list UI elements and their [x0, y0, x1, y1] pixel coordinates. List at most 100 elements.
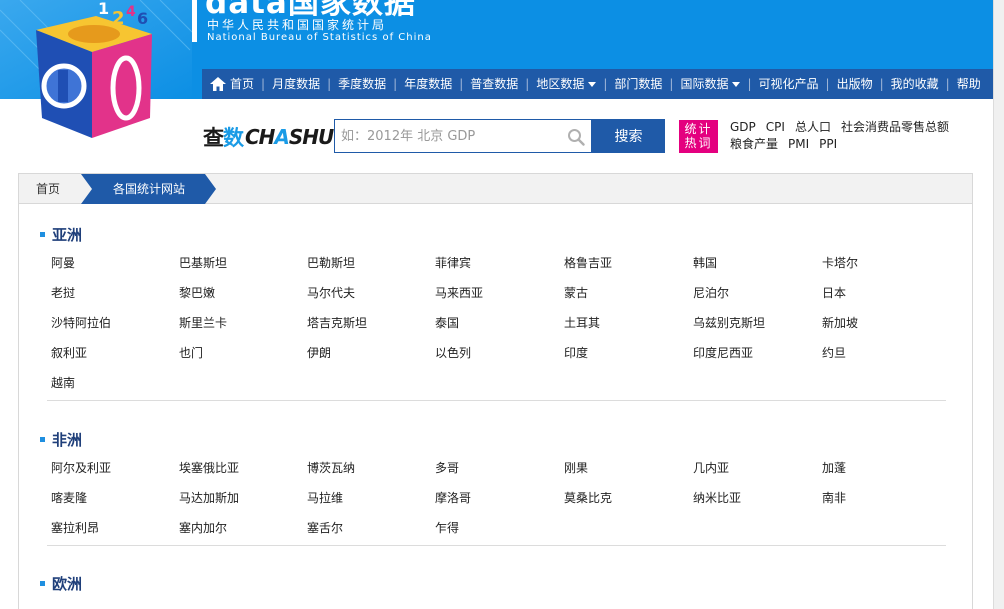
- country-link[interactable]: 黎巴嫩: [179, 286, 215, 300]
- search-box: [334, 119, 592, 153]
- hot-word-link[interactable]: 粮食产量: [730, 137, 778, 151]
- country-link[interactable]: 博茨瓦纳: [307, 461, 355, 475]
- country-link[interactable]: 塔吉克斯坦: [307, 316, 367, 330]
- site-logo[interactable]: 1 2 4 6: [0, 0, 192, 140]
- breadcrumb-current: 各国统计网站: [81, 174, 216, 204]
- country-link[interactable]: 沙特阿拉伯: [51, 316, 111, 330]
- hot-word-link[interactable]: PMI: [788, 137, 809, 151]
- country-link[interactable]: 多哥: [435, 461, 459, 475]
- nav-item-annual[interactable]: 年度数据: [404, 69, 452, 99]
- nav-separator: |: [946, 77, 950, 91]
- country-link[interactable]: 刚果: [564, 461, 588, 475]
- breadcrumb-home[interactable]: 首页: [36, 174, 60, 204]
- country-link[interactable]: 卡塔尔: [822, 256, 858, 270]
- country-link[interactable]: 新加坡: [822, 316, 858, 330]
- search-button[interactable]: 搜索: [592, 119, 665, 153]
- nav-item-publications[interactable]: 出版物: [837, 69, 873, 99]
- page-scrollbar[interactable]: [993, 0, 1004, 609]
- country-link[interactable]: 塞内加尔: [179, 521, 227, 535]
- nav-label: 国际数据: [680, 69, 728, 99]
- country-link[interactable]: 加蓬: [822, 461, 846, 475]
- country-link[interactable]: 莫桑比克: [564, 491, 612, 505]
- country-link[interactable]: 马达加斯加: [179, 491, 239, 505]
- nav-label: 出版物: [837, 69, 873, 99]
- nav-item-census[interactable]: 普查数据: [470, 69, 518, 99]
- country-link[interactable]: 叙利亚: [51, 346, 87, 360]
- section-asia: 亚洲 阿曼巴基斯坦巴勒斯坦菲律宾格鲁吉亚韩国卡塔尔老挝黎巴嫩马尔代夫马来西亚蒙古…: [40, 224, 946, 406]
- country-link[interactable]: 乍得: [435, 521, 459, 535]
- country-link[interactable]: 斯里兰卡: [179, 316, 227, 330]
- country-link[interactable]: 埃塞俄比亚: [179, 461, 239, 475]
- country-link[interactable]: 泰国: [435, 316, 459, 330]
- country-link[interactable]: 巴勒斯坦: [307, 256, 355, 270]
- section-africa: 非洲 阿尔及利亚埃塞俄比亚博茨瓦纳多哥刚果几内亚加蓬喀麦隆马达加斯加马拉维摩洛哥…: [40, 429, 946, 551]
- nav-item-international[interactable]: 国际数据: [680, 69, 740, 99]
- svg-text:4: 4: [126, 4, 136, 20]
- country-link[interactable]: 也门: [179, 346, 203, 360]
- country-link[interactable]: 马尔代夫: [307, 286, 355, 300]
- search-input[interactable]: [341, 120, 561, 152]
- search-icon[interactable]: [567, 128, 585, 146]
- country-link[interactable]: 塞拉利昂: [51, 521, 99, 535]
- country-link[interactable]: 格鲁吉亚: [564, 256, 612, 270]
- logo-cube-icon: 1 2 4 6: [0, 0, 192, 140]
- nav-item-monthly[interactable]: 月度数据: [272, 69, 320, 99]
- country-link[interactable]: 土耳其: [564, 316, 600, 330]
- nav-label: 季度数据: [338, 69, 386, 99]
- country-link[interactable]: 菲律宾: [435, 256, 471, 270]
- country-link[interactable]: 喀麦隆: [51, 491, 87, 505]
- chevron-down-icon: [588, 82, 596, 87]
- nav-item-quarterly[interactable]: 季度数据: [338, 69, 386, 99]
- country-link[interactable]: 以色列: [435, 346, 471, 360]
- country-link[interactable]: 摩洛哥: [435, 491, 471, 505]
- country-link[interactable]: 老挝: [51, 286, 75, 300]
- hot-words-list: GDP CPI 总人口社会消费品零售总额 粮食产量 PMI PPI: [730, 119, 990, 153]
- country-link[interactable]: 越南: [51, 376, 75, 390]
- hot-words-badge: 统计 热词: [679, 120, 718, 153]
- nav-label: 部门数据: [614, 69, 662, 99]
- bullet-icon: [40, 581, 45, 586]
- hot-word-link[interactable]: 总人口: [795, 120, 831, 134]
- country-link[interactable]: 印度尼西亚: [693, 346, 753, 360]
- nav-item-regional[interactable]: 地区数据: [536, 69, 596, 99]
- hot-word-link[interactable]: CPI: [766, 120, 785, 134]
- country-link[interactable]: 马来西亚: [435, 286, 483, 300]
- home-icon: [210, 77, 226, 91]
- bullet-icon: [40, 232, 45, 237]
- hot-word-link[interactable]: GDP: [730, 120, 756, 134]
- nav-item-home[interactable]: 首页: [210, 69, 254, 99]
- main-nav: 首页 | 月度数据 | 季度数据 | 年度数据 | 普查数据 | 地区数据 | …: [202, 69, 993, 99]
- country-link[interactable]: 约旦: [822, 346, 846, 360]
- country-link[interactable]: 阿曼: [51, 256, 75, 270]
- site-subtitle: 中华人民共和国国家统计局: [207, 18, 387, 32]
- hot-word-link[interactable]: PPI: [819, 137, 837, 151]
- country-link[interactable]: 日本: [822, 286, 846, 300]
- nav-item-department[interactable]: 部门数据: [614, 69, 662, 99]
- chashu-logo-en-1: CH: [245, 125, 274, 149]
- nav-label: 可视化产品: [759, 69, 819, 99]
- country-link[interactable]: 阿尔及利亚: [51, 461, 111, 475]
- chashu-logo-en-3: SHU: [289, 125, 333, 149]
- svg-text:1: 1: [98, 0, 109, 18]
- nav-separator: |: [747, 77, 751, 91]
- country-link[interactable]: 伊朗: [307, 346, 331, 360]
- nav-separator: |: [880, 77, 884, 91]
- country-link[interactable]: 塞舌尔: [307, 521, 343, 535]
- country-link[interactable]: 南非: [822, 491, 846, 505]
- country-link[interactable]: 纳米比亚: [693, 491, 741, 505]
- country-link[interactable]: 韩国: [693, 256, 717, 270]
- country-link[interactable]: 马拉维: [307, 491, 343, 505]
- country-link[interactable]: 几内亚: [693, 461, 729, 475]
- chashu-logo[interactable]: 查数 CHASHU: [203, 123, 333, 151]
- country-link[interactable]: 乌兹别克斯坦: [693, 316, 765, 330]
- hot-word-link[interactable]: 社会消费品零售总额: [841, 120, 949, 134]
- nav-label: 地区数据: [536, 69, 584, 99]
- nav-item-help[interactable]: 帮助: [957, 69, 981, 99]
- country-link[interactable]: 蒙古: [564, 286, 588, 300]
- country-link[interactable]: 巴基斯坦: [179, 256, 227, 270]
- nav-item-visualization[interactable]: 可视化产品: [759, 69, 819, 99]
- country-link[interactable]: 尼泊尔: [693, 286, 729, 300]
- country-link[interactable]: 印度: [564, 346, 588, 360]
- title-divider: [192, 0, 197, 42]
- nav-item-favorites[interactable]: 我的收藏: [891, 69, 939, 99]
